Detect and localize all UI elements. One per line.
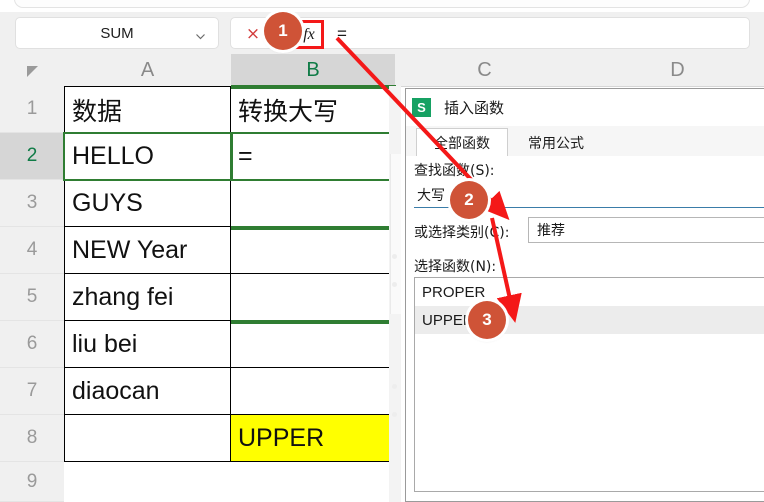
vertical-scrollbar-thumb[interactable] (390, 154, 401, 314)
function-list[interactable]: PROPER UPPER (414, 277, 764, 492)
formula-input-value[interactable]: = (337, 24, 347, 44)
row-header-8[interactable]: 8 (0, 415, 64, 462)
toolbar-remnant-strip (14, 0, 750, 8)
cell-a4[interactable]: NEW Year (64, 227, 231, 274)
column-header-b[interactable]: B (231, 54, 395, 86)
cell-b5[interactable] (231, 274, 395, 321)
row-header-2[interactable]: 2 (0, 133, 64, 180)
cell-b2[interactable]: = (231, 133, 395, 180)
chevron-down-icon[interactable] (195, 29, 206, 40)
cell-a6[interactable]: liu bei (64, 321, 231, 368)
cell-a9[interactable] (64, 462, 231, 502)
row-header-7[interactable]: 7 (0, 368, 64, 415)
formula-input-zone[interactable]: × fx = (230, 17, 750, 49)
search-function-label: 查找函数(S): (414, 163, 495, 179)
tab-all-functions[interactable]: 全部函数 (416, 128, 508, 157)
app-logo-icon: S (412, 98, 431, 117)
cell-a7[interactable]: diaocan (64, 368, 231, 415)
row-header-1[interactable]: 1 (0, 86, 64, 133)
insert-function-dialog: S 插入函数 全部函数 常用公式 查找函数(S): 大写 或选择类别(C): 推… (405, 88, 764, 502)
select-all-corner[interactable] (0, 54, 64, 86)
row-header-5[interactable]: 5 (0, 274, 64, 321)
cell-b9[interactable] (231, 462, 395, 502)
scrollbar-grip-dot (392, 412, 397, 417)
dialog-title: 插入函数 (444, 99, 505, 117)
cell-a5[interactable]: zhang fei (64, 274, 231, 321)
cell-b1[interactable]: 转换大写 (231, 86, 395, 133)
column-header-c[interactable]: C (401, 54, 568, 86)
cell-b4[interactable] (231, 227, 395, 274)
cell-a2[interactable]: HELLO (64, 133, 231, 180)
name-box[interactable]: SUM (15, 17, 219, 49)
scrollbar-grip-dot (392, 384, 397, 389)
dialog-tabstrip: 全部函数 常用公式 (406, 126, 764, 157)
fx-icon[interactable]: fx (297, 23, 321, 46)
cell-a8[interactable] (64, 415, 231, 462)
cell-b6[interactable] (231, 321, 395, 368)
dialog-body: 查找函数(S): 大写 或选择类别(C): 推荐 选择函数(N): PROPER… (406, 156, 764, 501)
insert-function-highlight-box: fx (294, 20, 324, 49)
function-list-item-proper[interactable]: PROPER (415, 278, 764, 306)
formula-bar: SUM × fx = (0, 12, 764, 54)
category-select[interactable]: 推荐 (528, 217, 764, 243)
cancel-icon[interactable]: × (245, 26, 261, 43)
category-label: 或选择类别(C): (414, 225, 510, 241)
cell-a1[interactable]: 数据 (64, 86, 231, 133)
cell-b7[interactable] (231, 368, 395, 415)
row-header-4[interactable]: 4 (0, 227, 64, 274)
cell-b8[interactable]: UPPER (231, 415, 395, 462)
dialog-titlebar: S 插入函数 (406, 89, 764, 126)
cell-a3[interactable]: GUYS (64, 180, 231, 227)
function-list-item-upper[interactable]: UPPER (415, 306, 764, 334)
scrollbar-grip-dot (392, 282, 397, 287)
scrollbar-grip-dot (392, 254, 397, 259)
name-box-value: SUM (100, 24, 134, 42)
row-header-3[interactable]: 3 (0, 180, 64, 227)
tab-common-formulas[interactable]: 常用公式 (510, 128, 602, 157)
column-header-a[interactable]: A (64, 54, 231, 86)
column-header-d[interactable]: D (594, 54, 761, 86)
row-header-9[interactable]: 9 (0, 462, 64, 502)
select-function-label: 选择函数(N): (414, 259, 497, 275)
cell-b3[interactable] (231, 180, 395, 227)
row-header-6[interactable]: 6 (0, 321, 64, 368)
select-all-triangle-icon (27, 66, 38, 77)
search-function-input[interactable]: 大写 (414, 182, 764, 208)
